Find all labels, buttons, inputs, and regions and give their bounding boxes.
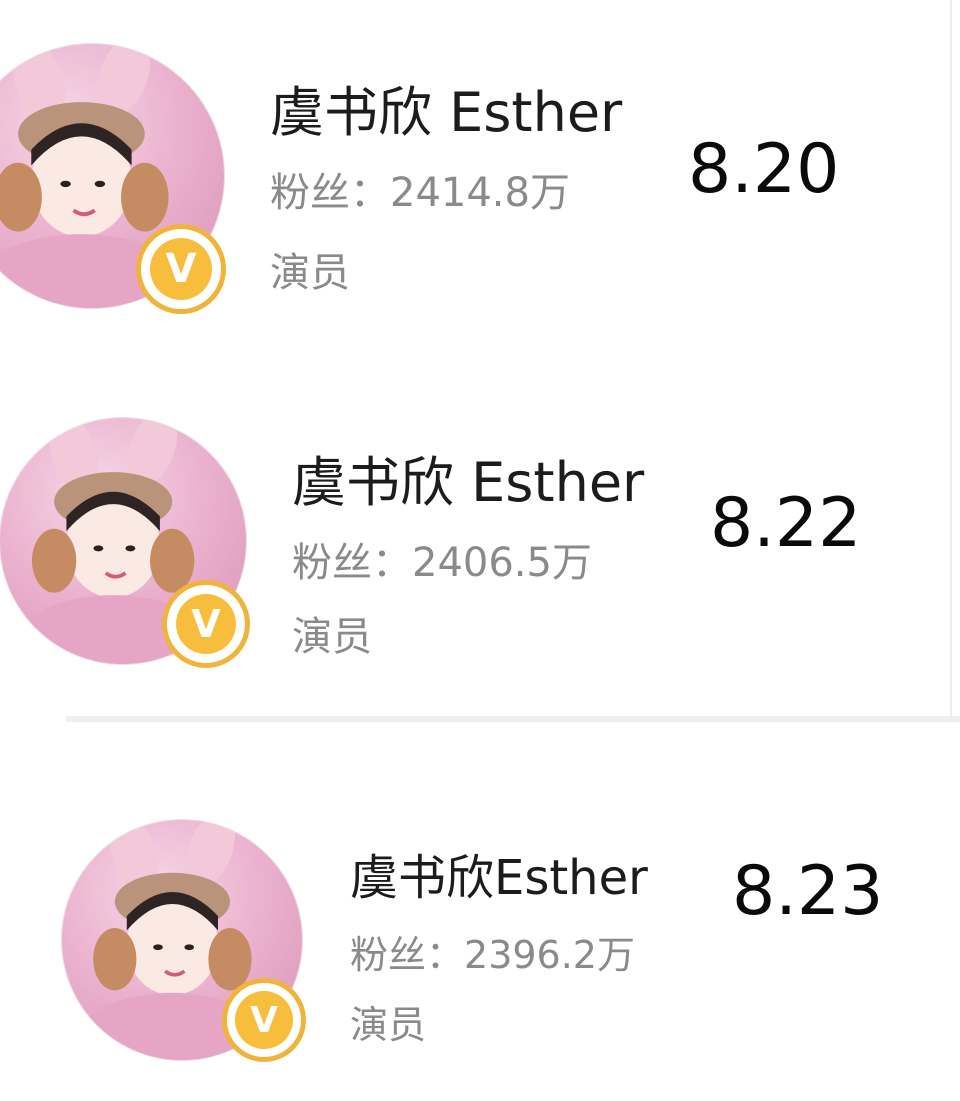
- section-divider: [66, 716, 960, 722]
- profile-name[interactable]: 虞书欣 Esther: [270, 68, 622, 147]
- profile-role: 演员: [292, 614, 372, 660]
- date-label: 8.23: [732, 852, 884, 931]
- profile-card-3: V 虞书欣Esther 粉丝：2396.2万 演员 8.23: [0, 800, 960, 1080]
- date-label: 8.22: [710, 484, 862, 563]
- fans-label: 粉丝：: [270, 170, 390, 216]
- fans-count: 粉丝：2406.5万: [292, 530, 592, 588]
- verified-badge: V: [222, 978, 306, 1062]
- profile-role: 演员: [350, 1003, 427, 1047]
- profile-card-1: V 虞书欣 Esther 粉丝：2414.8万 演员 8.20: [0, 0, 960, 340]
- fans-count: 粉丝：2396.2万: [350, 924, 635, 979]
- verified-badge: V: [162, 580, 250, 668]
- profile-name[interactable]: 虞书欣 Esther: [292, 438, 644, 517]
- fans-value: 2396.2万: [464, 933, 635, 977]
- date-label: 8.20: [688, 130, 840, 209]
- fans-count: 粉丝：2414.8万: [270, 160, 570, 218]
- profile-card-2: V 虞书欣 Esther 粉丝：2406.5万 演员 8.22: [0, 400, 960, 720]
- fans-label: 粉丝：: [350, 933, 465, 977]
- fans-value: 2414.8万: [390, 170, 570, 216]
- fans-label: 粉丝：: [292, 540, 412, 586]
- profile-role: 演员: [270, 250, 350, 296]
- fans-value: 2406.5万: [412, 540, 592, 586]
- verified-badge: V: [136, 224, 226, 314]
- verified-v-badge-icon: V: [175, 593, 237, 655]
- verified-v-badge-icon: V: [149, 237, 213, 301]
- profile-name[interactable]: 虞书欣Esther: [350, 838, 648, 908]
- verified-v-badge-icon: V: [235, 991, 293, 1049]
